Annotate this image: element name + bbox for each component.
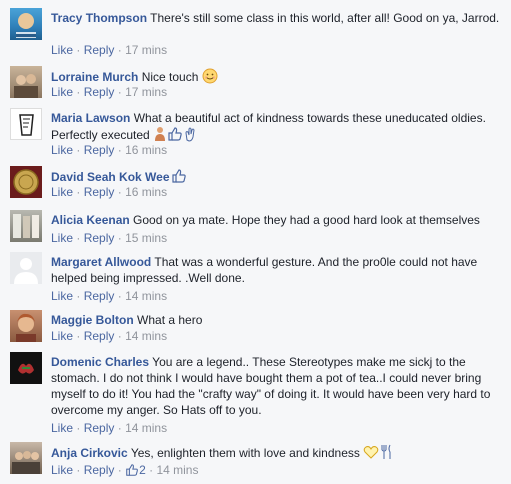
avatar[interactable] [10, 108, 42, 140]
comment-actions: Like · Reply · 14 mins [51, 289, 168, 303]
like-link[interactable]: Like [51, 185, 73, 199]
smile-emoji-icon [202, 68, 218, 88]
comment-timestamp[interactable]: 16 mins [125, 185, 167, 199]
comment-actions: Like · Reply · 17 mins [51, 85, 168, 99]
reply-link[interactable]: Reply [84, 231, 115, 245]
comment-actions: Like · Reply · 14 mins [51, 421, 168, 435]
reply-link[interactable]: Reply [84, 421, 115, 435]
comment-text: Yes, enlighten them with love and kindne… [130, 446, 360, 460]
comment-timestamp[interactable]: 16 mins [125, 143, 167, 157]
avatar[interactable] [10, 442, 42, 474]
like-link[interactable]: Like [51, 329, 73, 343]
comment-actions: Like · Reply · 2 · 14 mins [51, 462, 198, 481]
like-link[interactable]: Like [51, 231, 73, 245]
like-link[interactable]: Like [51, 463, 73, 477]
reply-link[interactable]: Reply [84, 289, 115, 303]
like-count-thumbs-up-icon[interactable] [125, 463, 139, 481]
comment-text: Nice touch [141, 70, 199, 84]
avatar[interactable] [10, 166, 42, 198]
reply-link[interactable]: Reply [84, 143, 115, 157]
fork-knife-icon [379, 444, 393, 464]
comment-body: Maria Lawson What a beautiful act of kin… [51, 110, 503, 146]
comment-text: There's still some class in this world, … [150, 11, 500, 25]
comment-author[interactable]: Alicia Keenan [51, 213, 130, 227]
avatar[interactable] [10, 310, 42, 342]
comment-author[interactable]: Tracy Thompson [51, 11, 147, 25]
comment-author[interactable]: Lorraine Murch [51, 70, 138, 84]
avatar[interactable] [10, 8, 42, 40]
comment-actions: Like · Reply · 17 mins [51, 43, 168, 57]
avatar[interactable] [10, 210, 42, 242]
comment-author[interactable]: Maria Lawson [51, 111, 130, 125]
comment-author[interactable]: Maggie Bolton [51, 313, 134, 327]
comment-body: Anja Cirkovic Yes, enlighten them with l… [51, 444, 503, 464]
comment-body: Alicia Keenan Good on ya mate. Hope they… [51, 212, 503, 228]
comment-text: Good on ya mate. Hope they had a good ha… [133, 213, 480, 227]
comment-body: Tracy Thompson There's still some class … [51, 10, 503, 26]
avatar[interactable] [10, 252, 42, 284]
thumbs-up-icon [170, 168, 188, 188]
comment-author[interactable]: Margaret Allwood [51, 255, 151, 269]
comment-body: Maggie Bolton What a hero [51, 312, 503, 328]
comment-timestamp[interactable]: 14 mins [125, 289, 167, 303]
reply-link[interactable]: Reply [84, 463, 115, 477]
comment-author[interactable]: Anja Cirkovic [51, 446, 128, 460]
reply-link[interactable]: Reply [84, 85, 115, 99]
comment-timestamp[interactable]: 17 mins [125, 43, 167, 57]
comment-author[interactable]: Domenic Charles [51, 355, 149, 369]
reply-link[interactable]: Reply [84, 185, 115, 199]
reply-link[interactable]: Reply [84, 329, 115, 343]
comment-timestamp[interactable]: 14 mins [156, 463, 198, 477]
clap-icon [183, 126, 197, 146]
comment-timestamp[interactable]: 14 mins [125, 421, 167, 435]
comment-actions: Like · Reply · 15 mins [51, 231, 168, 245]
comment-timestamp[interactable]: 15 mins [125, 231, 167, 245]
like-count[interactable]: 2 [139, 463, 146, 477]
reply-link[interactable]: Reply [84, 43, 115, 57]
comment-timestamp[interactable]: 17 mins [125, 85, 167, 99]
comment-actions: Like · Reply · 16 mins [51, 185, 168, 199]
comment-timestamp[interactable]: 14 mins [125, 329, 167, 343]
comment-body: Margaret Allwood That was a wonderful ge… [51, 254, 503, 286]
like-link[interactable]: Like [51, 421, 73, 435]
thumbs-up-icon [167, 126, 183, 146]
comment-text: What a hero [137, 313, 203, 327]
like-link[interactable]: Like [51, 43, 73, 57]
like-link[interactable]: Like [51, 289, 73, 303]
avatar[interactable] [10, 66, 42, 98]
comment-author[interactable]: David Seah Kok Wee [51, 170, 170, 184]
avatar[interactable] [10, 352, 42, 384]
comment-actions: Like · Reply · 14 mins [51, 329, 168, 343]
like-link[interactable]: Like [51, 143, 73, 157]
comment-actions: Like · Reply · 16 mins [51, 143, 168, 157]
heart-icon [363, 444, 379, 464]
like-link[interactable]: Like [51, 85, 73, 99]
comment-body: Domenic Charles You are a legend.. These… [51, 354, 503, 418]
